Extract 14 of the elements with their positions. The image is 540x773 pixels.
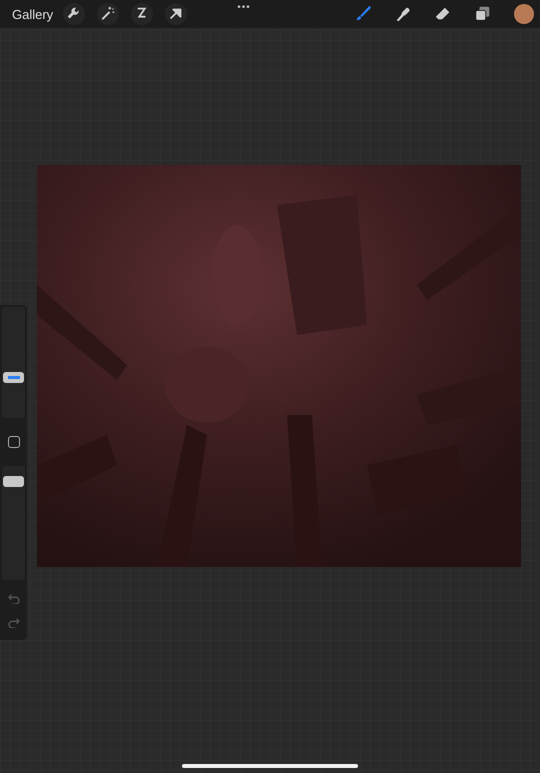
- wrench-button[interactable]: [63, 3, 86, 25]
- more-button[interactable]: •••: [237, 2, 251, 12]
- slider-thumb[interactable]: [3, 372, 24, 383]
- slider-thumb[interactable]: [3, 476, 24, 488]
- brush-size-slider[interactable]: [2, 307, 25, 418]
- gallery-button[interactable]: Gallery: [8, 6, 58, 22]
- magic-wand-button[interactable]: [97, 3, 120, 25]
- arrow-button[interactable]: [165, 3, 188, 25]
- opacity-slider[interactable]: [2, 466, 25, 580]
- color-swatch[interactable]: [514, 4, 534, 24]
- square-icon[interactable]: [8, 436, 20, 448]
- brush-icon: [354, 5, 372, 23]
- layers-icon: [474, 5, 492, 23]
- finger-icon: [394, 5, 412, 23]
